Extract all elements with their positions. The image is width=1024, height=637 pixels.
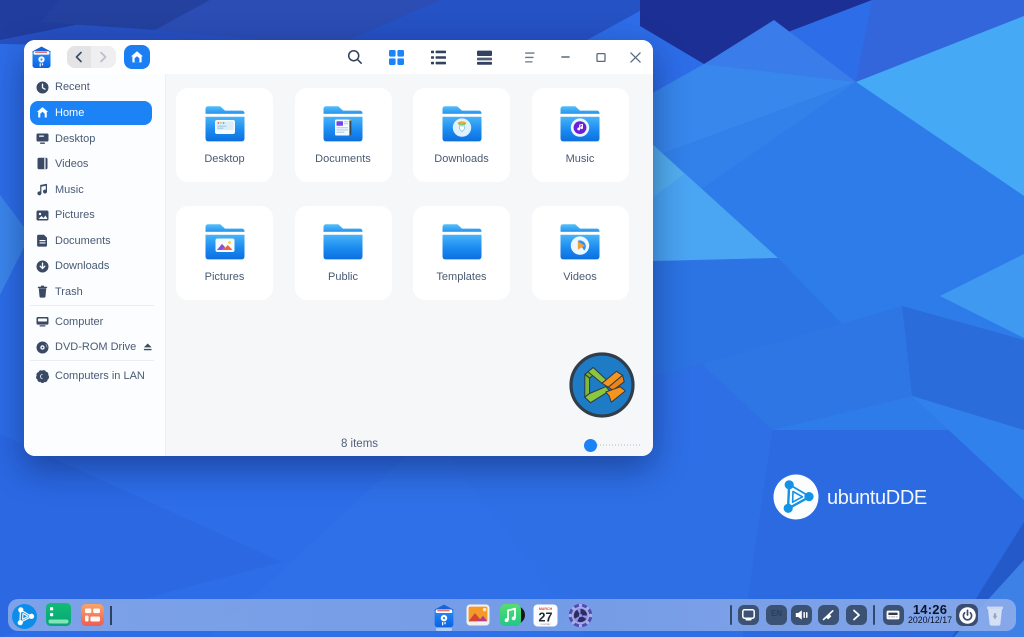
svg-text:monday: monday (541, 622, 552, 626)
